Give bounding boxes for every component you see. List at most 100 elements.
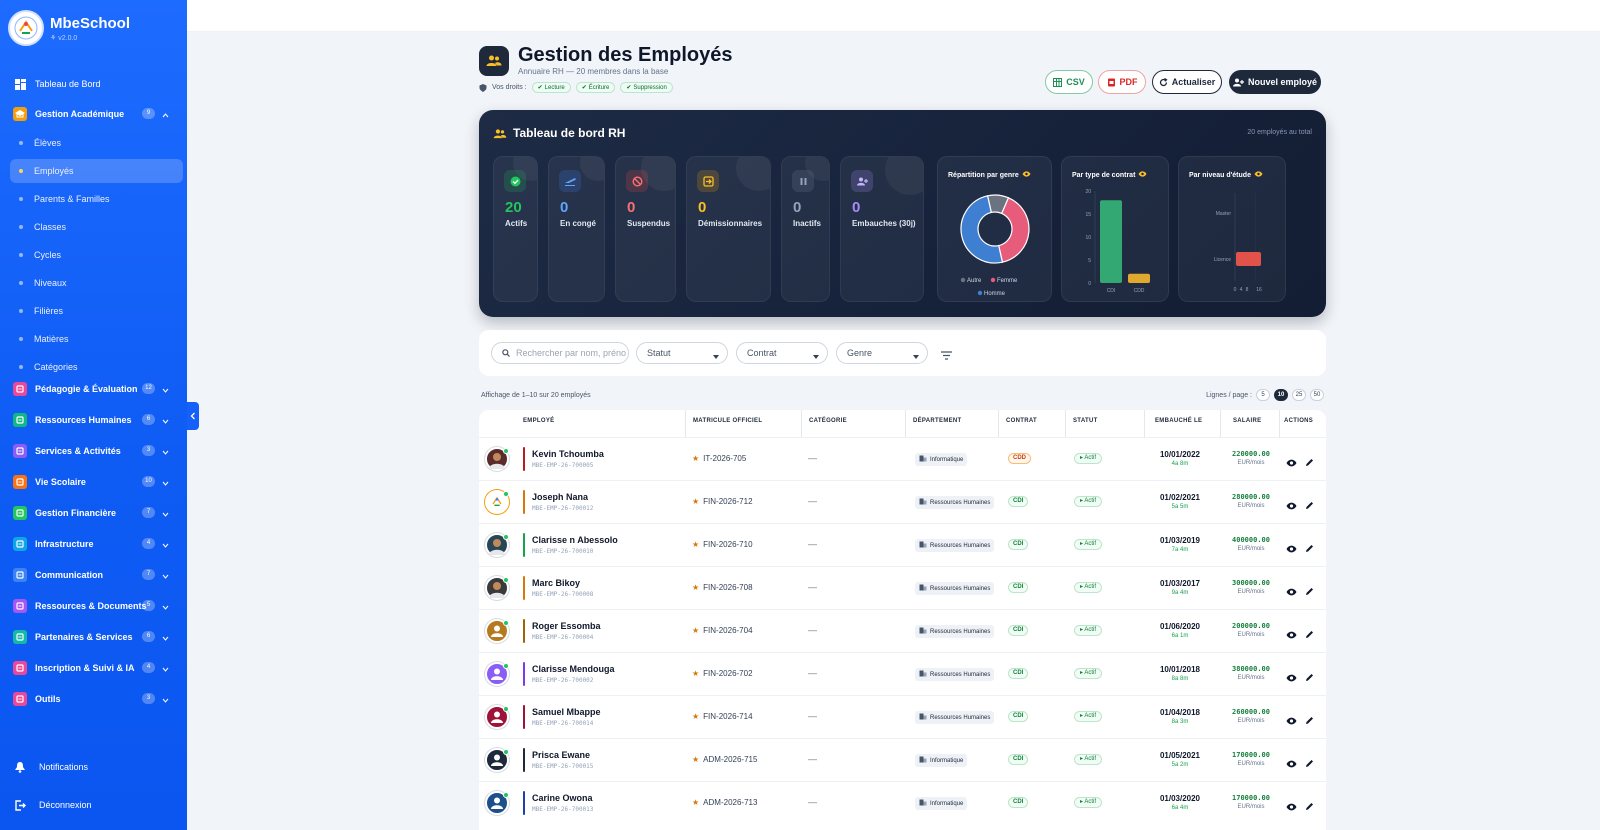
edit-pencil-icon[interactable] xyxy=(1305,626,1314,644)
nav-group-5[interactable]: Infrastructure 4 xyxy=(10,533,183,555)
view-eye-icon[interactable] xyxy=(1286,669,1297,687)
view-eye-icon[interactable] xyxy=(1286,712,1297,730)
per-page-option-10[interactable]: 10 xyxy=(1274,389,1288,401)
col-header-matricule[interactable]: MATRICULE OFFICIEL xyxy=(693,418,762,424)
employee-name[interactable]: Clarisse Mendouga xyxy=(532,664,615,674)
nav-group-2[interactable]: Services & Activités 3 xyxy=(10,440,183,462)
table-row[interactable]: Roger Essomba MBE-EMP-26-700004 ★ FIN-2026-… xyxy=(479,609,1326,652)
nav-group-8[interactable]: Partenaires & Services 6 xyxy=(10,626,183,648)
view-eye-icon[interactable] xyxy=(1286,626,1297,644)
view-eye-icon[interactable] xyxy=(1286,583,1297,601)
kpi-demissionnaires[interactable]: 0 Démissionnaires xyxy=(686,156,771,302)
view-eye-icon[interactable] xyxy=(1286,755,1297,773)
avatar[interactable] xyxy=(485,705,509,729)
edit-pencil-icon[interactable] xyxy=(1305,755,1314,773)
table-row[interactable]: Prisca Ewane MBE-EMP-26-700015 ★ ADM-2026-7… xyxy=(479,738,1326,781)
avatar[interactable] xyxy=(485,490,509,514)
kpi-en-conge[interactable]: 0 En congé xyxy=(548,156,605,302)
view-eye-icon[interactable] xyxy=(1286,798,1297,816)
employee-name[interactable]: Marc Bikoy xyxy=(532,578,580,588)
avatar[interactable] xyxy=(485,576,509,600)
view-eye-icon[interactable] xyxy=(1286,497,1297,515)
employee-name[interactable]: Samuel Mbappe xyxy=(532,707,601,717)
table-row[interactable]: Carine Owona MBE-EMP-26-700013 ★ ADM-2026-7… xyxy=(479,781,1326,824)
genre-select[interactable]: Genre xyxy=(836,342,928,364)
view-eye-icon[interactable] xyxy=(1286,454,1297,472)
edit-pencil-icon[interactable] xyxy=(1305,798,1314,816)
avatar[interactable] xyxy=(485,533,509,557)
nav-group-7[interactable]: Ressources & Documents 5 xyxy=(10,595,183,617)
sidebar-item-cycles[interactable]: Cycles xyxy=(10,243,183,267)
edit-pencil-icon[interactable] xyxy=(1305,583,1314,601)
table-row[interactable]: Clarisse Mendouga MBE-EMP-26-700002 ★ FIN-2… xyxy=(479,652,1326,695)
employee-name[interactable]: Joseph Nana xyxy=(532,492,588,502)
table-row[interactable]: Clarisse n Abessolo MBE-EMP-26-700010 ★ FIN… xyxy=(479,523,1326,566)
employee-name[interactable]: Roger Essomba xyxy=(532,621,601,631)
employee-name[interactable]: Clarisse n Abessolo xyxy=(532,535,618,545)
avatar[interactable] xyxy=(485,662,509,686)
bar-cdd[interactable] xyxy=(1128,273,1150,283)
table-row[interactable]: Samuel Mbappe MBE-EMP-26-700014 ★ FIN-2026-… xyxy=(479,695,1326,738)
view-eye-icon[interactable] xyxy=(1286,540,1297,558)
table-row[interactable]: Joseph Nana MBE-EMP-26-700012 ★ FIN-2026-71… xyxy=(479,480,1326,523)
per-page-option-5[interactable]: 5 xyxy=(1256,389,1270,401)
filter-toggle-button[interactable] xyxy=(941,347,952,365)
per-page-option-50[interactable]: 50 xyxy=(1310,389,1324,401)
sidebar-collapse-button[interactable] xyxy=(187,402,199,430)
brand[interactable]: MbeSchool ⚘ v2.0.0 xyxy=(8,10,130,46)
col-header-employe[interactable]: EMPLOYÉ xyxy=(523,418,554,424)
avatar[interactable] xyxy=(485,791,509,815)
per-page-option-25[interactable]: 25 xyxy=(1292,389,1306,401)
employee-name[interactable]: Kevin Tchoumba xyxy=(532,449,604,459)
bar-licence[interactable] xyxy=(1236,252,1261,266)
table-row[interactable]: Marc Bikoy MBE-EMP-26-700008 ★ FIN-2026-708… xyxy=(479,566,1326,609)
nav-group-0[interactable]: Pédagogie & Évaluation 12 xyxy=(10,378,183,400)
avatar[interactable] xyxy=(485,447,509,471)
sidebar-item-niveaux[interactable]: Niveaux xyxy=(10,271,183,295)
refresh-button[interactable]: Actualiser xyxy=(1152,70,1222,94)
table-row[interactable]: Kevin Tchoumba MBE-EMP-26-700005 ★ IT-2026-… xyxy=(479,437,1326,480)
edit-pencil-icon[interactable] xyxy=(1305,497,1314,515)
employee-name[interactable]: Carine Owona xyxy=(532,793,593,803)
sidebar-item-classes[interactable]: Classes xyxy=(10,215,183,239)
contrat-select[interactable]: Contrat xyxy=(736,342,828,364)
avatar[interactable] xyxy=(485,619,509,643)
sidebar-item-employes[interactable]: Employés xyxy=(10,159,183,183)
nav-group-10[interactable]: Outils 3 xyxy=(10,688,183,710)
edit-pencil-icon[interactable] xyxy=(1305,540,1314,558)
col-header-departement[interactable]: DÉPARTEMENT xyxy=(913,418,962,424)
kpi-inactifs[interactable]: 0 Inactifs xyxy=(781,156,830,302)
nav-group-4[interactable]: Gestion Financière 7 xyxy=(10,502,183,524)
nav-notifications[interactable]: Notifications xyxy=(10,756,183,778)
kpi-suspendus[interactable]: 0 Suspendus xyxy=(615,156,676,302)
nav-dashboard[interactable]: Tableau de Bord xyxy=(10,73,183,95)
edit-pencil-icon[interactable] xyxy=(1305,454,1314,472)
nav-group-1[interactable]: Ressources Humaines 6 xyxy=(10,409,183,431)
sidebar-item-matieres[interactable]: Matières xyxy=(10,327,183,351)
bar-cdi[interactable] xyxy=(1100,200,1122,283)
avatar[interactable] xyxy=(485,748,509,772)
col-header-statut[interactable]: STATUT xyxy=(1073,418,1098,424)
col-header-categorie[interactable]: CATÉGORIE xyxy=(809,418,847,424)
export-pdf-button[interactable]: PDF xyxy=(1098,70,1146,94)
edit-pencil-icon[interactable] xyxy=(1305,712,1314,730)
col-header-embauche[interactable]: EMBAUCHÉ LE xyxy=(1155,418,1202,424)
kpi-embauches[interactable]: 0 Embauches (30j) xyxy=(840,156,924,302)
nav-logout[interactable]: Déconnexion xyxy=(10,794,183,816)
export-csv-button[interactable]: CSV xyxy=(1045,70,1093,94)
sidebar-item-parents[interactable]: Parents & Familles xyxy=(10,187,183,211)
kpi-actifs[interactable]: 20 Actifs xyxy=(493,156,538,302)
nav-group-3[interactable]: Vie Scolaire 10 xyxy=(10,471,183,493)
employee-name[interactable]: Prisca Ewane xyxy=(532,750,590,760)
new-employee-button[interactable]: Nouvel employé xyxy=(1229,70,1321,94)
search-input[interactable]: Rechercher par nom, prénom xyxy=(491,342,629,364)
statut-select[interactable]: Statut xyxy=(636,342,728,364)
edit-pencil-icon[interactable] xyxy=(1305,669,1314,687)
sidebar-item-eleves[interactable]: Élèves xyxy=(10,131,183,155)
col-header-salaire[interactable]: SALAIRE xyxy=(1233,418,1261,424)
sidebar-item-filieres[interactable]: Filières xyxy=(10,299,183,323)
sidebar-item-categories[interactable]: Catégories xyxy=(10,355,183,379)
nav-group-9[interactable]: Inscription & Suivi & IA 4 xyxy=(10,657,183,679)
col-header-contrat[interactable]: CONTRAT xyxy=(1006,418,1037,424)
nav-gestion-academique[interactable]: Gestion Académique 9 xyxy=(10,103,183,125)
